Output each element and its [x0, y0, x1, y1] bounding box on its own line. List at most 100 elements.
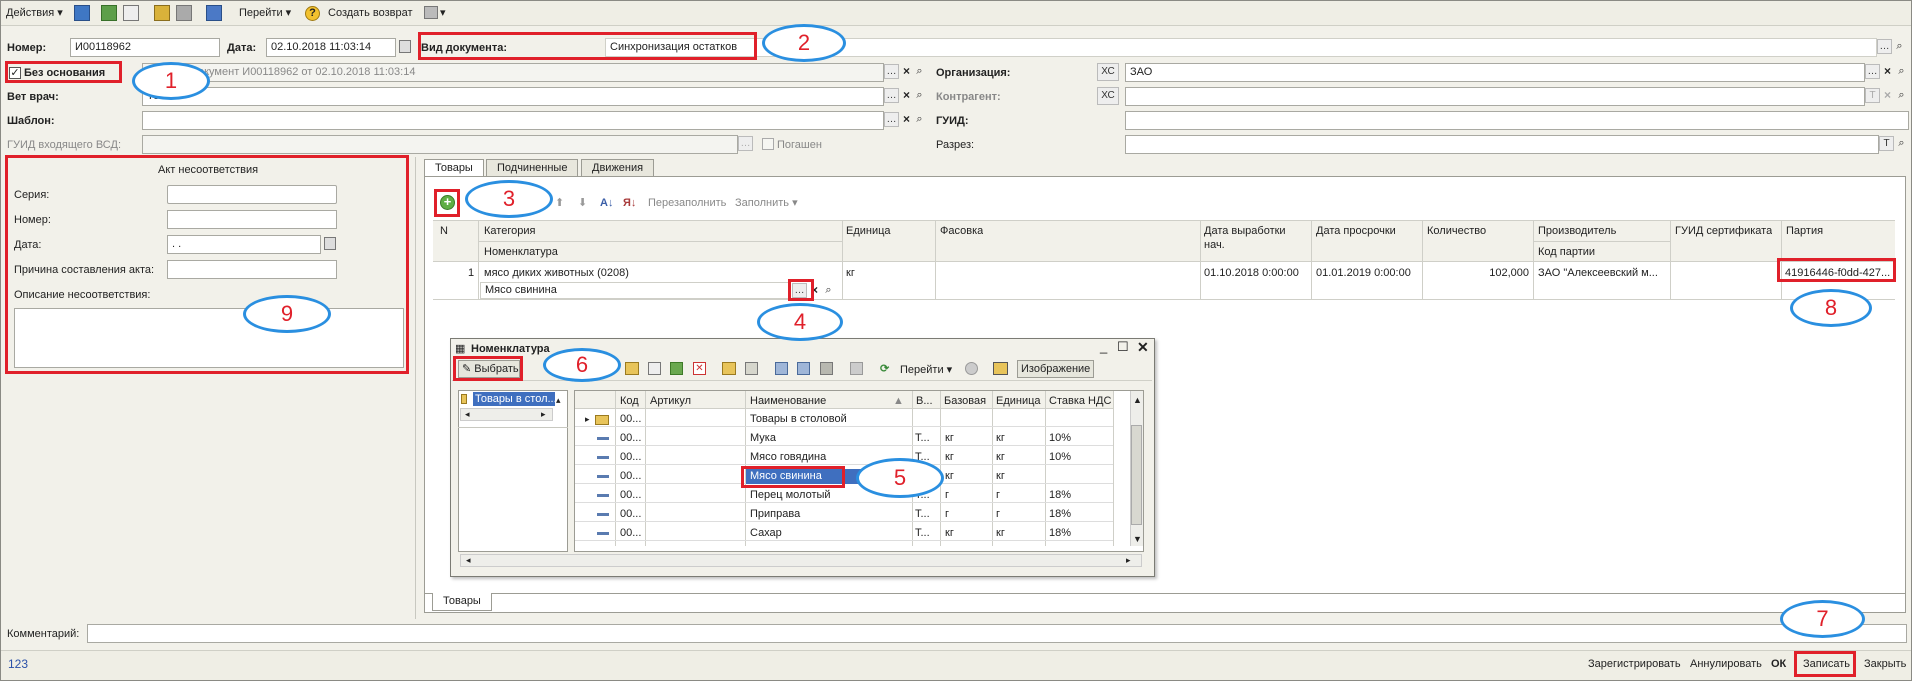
- goods-col-exp-date[interactable]: Дата просрочки: [1316, 224, 1396, 238]
- popup-hscroll[interactable]: ◂ ▸: [460, 554, 1142, 567]
- popup-hscroll-right-icon[interactable]: ▸: [1126, 555, 1131, 566]
- delete-icon[interactable]: ✕: [693, 362, 706, 375]
- go-icon[interactable]: [206, 5, 222, 21]
- basis-search-icon[interactable]: ⌕: [913, 64, 926, 79]
- popup-goto-menu[interactable]: Перейти ▾: [900, 363, 952, 377]
- calendar-icon[interactable]: [399, 40, 411, 53]
- tree-item-goods[interactable]: Товары в стол...: [473, 392, 555, 406]
- refresh-icon[interactable]: [101, 5, 117, 21]
- tree-hscroll[interactable]: ◂ ▸: [460, 408, 553, 421]
- contractor-search-icon[interactable]: ⌕: [1895, 88, 1908, 103]
- popup-row[interactable]: 00... Перец молотый Т... г г 18%: [575, 488, 1113, 503]
- org-input[interactable]: ЗАО: [1125, 63, 1865, 82]
- goods-col-nomenclature[interactable]: Номенклатура: [484, 245, 558, 259]
- columns-icon[interactable]: [993, 362, 1008, 375]
- filter-list-icon[interactable]: [820, 362, 833, 375]
- add-item-icon[interactable]: [648, 362, 661, 375]
- goods-row-exp-date[interactable]: 01.01.2019 0:00:00: [1316, 266, 1411, 280]
- filter-icon[interactable]: [775, 362, 788, 375]
- popup-row[interactable]: 00... Мука Т... кг кг 10%: [575, 431, 1113, 446]
- date-input[interactable]: 02.10.2018 11:03:14: [266, 38, 396, 57]
- row-expand-icon[interactable]: ▸: [585, 412, 590, 427]
- contractor-clear-icon[interactable]: ×: [1881, 88, 1894, 103]
- fill-menu[interactable]: Заполнить ▾: [735, 196, 798, 210]
- edit-icon[interactable]: [670, 362, 683, 375]
- guid-in-select-button[interactable]: …: [738, 136, 753, 151]
- goods-col-prod-date[interactable]: Дата выработки нач.: [1204, 224, 1308, 252]
- popup-col-unit[interactable]: Единица: [996, 394, 1041, 408]
- refill-button[interactable]: Перезаполнить: [648, 196, 726, 210]
- goods-col-packing[interactable]: Фасовка: [940, 224, 983, 238]
- actions-menu[interactable]: Действия ▾: [6, 6, 63, 20]
- number-input[interactable]: И00118962: [70, 38, 220, 57]
- tree-scroll-right-icon[interactable]: ▸: [541, 409, 546, 420]
- goods-row-nomenclature-input[interactable]: Мясо свинина: [480, 282, 791, 299]
- popup-maximize-icon[interactable]: ☐: [1117, 340, 1129, 354]
- hierarchy-icon[interactable]: [722, 362, 736, 375]
- bottom-tab-goods[interactable]: Товары: [432, 593, 492, 611]
- org-select-button[interactable]: …: [1865, 64, 1880, 79]
- ok-button[interactable]: ОК: [1771, 657, 1786, 671]
- move-down-icon[interactable]: ⬇: [578, 196, 587, 210]
- nomenclature-search-icon[interactable]: ⌕: [822, 283, 835, 298]
- contractor-input[interactable]: [1125, 87, 1865, 106]
- popup-col-name[interactable]: Наименование: [750, 394, 826, 408]
- popup-close-icon[interactable]: ✕: [1137, 340, 1149, 354]
- sort-desc-icon[interactable]: Я↓: [623, 196, 636, 210]
- popup-scroll-thumb[interactable]: [1131, 425, 1142, 525]
- close-button[interactable]: Закрыть: [1864, 657, 1906, 671]
- doctype-select-button[interactable]: …: [1877, 39, 1892, 54]
- popup-row[interactable]: 00... Сахар Т... кг кг 18%: [575, 526, 1113, 541]
- goods-col-batch[interactable]: Партия: [1786, 224, 1823, 238]
- org-search-icon[interactable]: ⌕: [1895, 64, 1908, 79]
- popup-col-base[interactable]: Базовая: [944, 394, 986, 408]
- popup-scroll-up-icon[interactable]: ▲: [1133, 393, 1142, 407]
- goods-col-n[interactable]: N: [440, 224, 448, 238]
- popup-refresh-icon[interactable]: ⟳: [880, 362, 889, 376]
- comment-input[interactable]: [87, 624, 1907, 643]
- basis-select-button[interactable]: …: [884, 64, 899, 79]
- vet-select-button[interactable]: …: [884, 88, 899, 103]
- popup-col-code[interactable]: Код: [620, 394, 639, 408]
- goods-row-prod-date[interactable]: 01.10.2018 0:00:00: [1204, 266, 1299, 280]
- basis-clear-icon[interactable]: ×: [900, 64, 913, 79]
- vet-clear-icon[interactable]: ×: [900, 88, 913, 103]
- tab-movements[interactable]: Движения: [581, 159, 655, 176]
- section-search-icon[interactable]: ⌕: [1895, 136, 1908, 151]
- vet-input[interactable]: Тест: [142, 87, 884, 106]
- popup-minimize-icon[interactable]: _: [1100, 340, 1107, 354]
- move-up-icon[interactable]: ⬆: [555, 196, 564, 210]
- popup-col-v[interactable]: В...: [916, 394, 938, 408]
- goods-col-unit[interactable]: Единица: [846, 224, 891, 238]
- contractor-xc-button[interactable]: ХС: [1097, 87, 1119, 105]
- popup-hscroll-left-icon[interactable]: ◂: [466, 555, 471, 566]
- goods-row-category[interactable]: мясо диких животных (0208): [484, 266, 629, 280]
- goods-col-qty[interactable]: Количество: [1427, 224, 1486, 238]
- org-xc-button[interactable]: ХС: [1097, 63, 1119, 81]
- create-return-button[interactable]: Создать возврат: [328, 6, 413, 20]
- goods-row-unit[interactable]: кг: [846, 266, 855, 280]
- popup-col-article[interactable]: Артикул: [650, 394, 691, 408]
- template-input[interactable]: [142, 111, 884, 130]
- popup-row[interactable]: ▸ 00... Товары в столовой: [575, 412, 1113, 427]
- print-icon[interactable]: [424, 6, 438, 19]
- section-type-button[interactable]: T: [1879, 136, 1894, 151]
- help-icon[interactable]: ?: [305, 6, 320, 21]
- goods-row-producer[interactable]: ЗАО "Алексеевский м...: [1538, 266, 1668, 280]
- vet-search-icon[interactable]: ⌕: [913, 88, 926, 103]
- template-search-icon[interactable]: ⌕: [913, 112, 926, 127]
- filter-value-icon[interactable]: [797, 362, 810, 375]
- tab-subordinate[interactable]: Подчиненные: [486, 159, 579, 176]
- contractor-type-button[interactable]: T: [1865, 88, 1880, 103]
- popup-col-vat[interactable]: Ставка НДС: [1049, 394, 1113, 408]
- tree-scroll-left-icon[interactable]: ◂: [465, 409, 470, 420]
- template-clear-icon[interactable]: ×: [900, 112, 913, 127]
- goods-col-producer[interactable]: Производитель: [1538, 224, 1616, 238]
- popup-row[interactable]: 00... Приправа Т... г г 18%: [575, 507, 1113, 522]
- repaid-checkbox[interactable]: [762, 138, 774, 150]
- tab-goods[interactable]: Товары: [424, 159, 484, 176]
- post-icon[interactable]: [154, 5, 170, 21]
- add-folder-icon[interactable]: [625, 362, 639, 375]
- copy-icon[interactable]: [123, 5, 139, 21]
- goods-col-batch-code[interactable]: Код партии: [1538, 245, 1595, 259]
